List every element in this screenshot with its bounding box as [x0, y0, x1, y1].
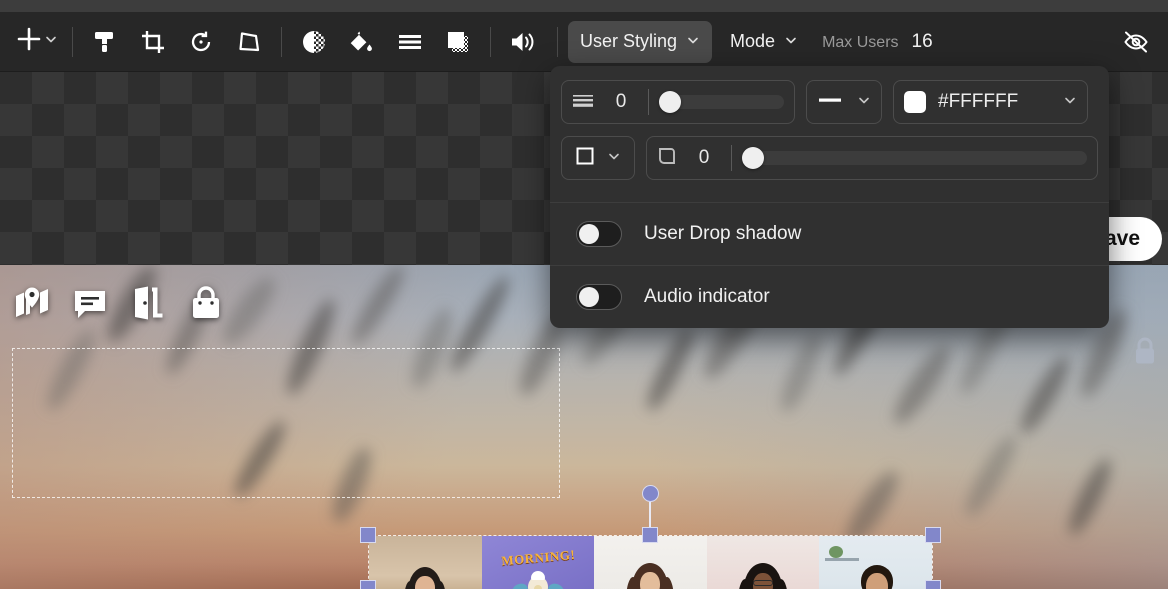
max-users-field[interactable]: Max Users 16: [822, 31, 933, 53]
participant-tile[interactable]: Val: [819, 536, 932, 589]
toggle-knob: [579, 287, 599, 307]
audio-indicator-label: Audio indicator: [644, 286, 770, 307]
rotate-connector: [649, 502, 651, 530]
resize-handle-top-left[interactable]: [360, 527, 376, 543]
solid-line-icon: [817, 93, 843, 112]
shadow-icon[interactable]: [436, 20, 480, 64]
corner-radius-icon: [657, 146, 677, 171]
max-users-label: Max Users: [822, 33, 899, 51]
plus-icon: [16, 26, 42, 57]
toolbar-divider-4: [557, 26, 558, 57]
slider-knob[interactable]: [742, 147, 764, 169]
eye-off-icon[interactable]: [1114, 20, 1158, 64]
chevron-down-icon: [857, 93, 871, 112]
border-width-slider[interactable]: [659, 91, 784, 113]
corner-radius-slider[interactable]: [742, 147, 1087, 169]
corner-radius-control[interactable]: 0: [646, 136, 1098, 180]
nest-graphic: [510, 571, 566, 589]
toggle-row-audio-indicator[interactable]: Audio indicator: [550, 265, 1109, 328]
corner-radius-value: 0: [698, 147, 710, 168]
avatar: [730, 563, 796, 589]
paint-roller-icon[interactable]: [83, 20, 127, 64]
shopping-bag-icon[interactable]: [188, 285, 224, 326]
participant-tile[interactable]: Emerson: [706, 536, 820, 589]
slider-knob[interactable]: [659, 91, 681, 113]
toolbar-divider-3: [490, 26, 491, 57]
avatar: [394, 567, 456, 589]
divider: [648, 89, 649, 115]
line-style-select[interactable]: [806, 80, 882, 124]
crop-icon[interactable]: [131, 20, 175, 64]
user-styling-menu-trigger[interactable]: User Styling: [568, 20, 713, 63]
avatar: [845, 565, 907, 589]
lines-icon[interactable]: [388, 20, 432, 64]
user-styling-label: User Styling: [580, 31, 678, 51]
chevron-down-icon: [44, 32, 58, 51]
participant-tile[interactable]: London: [594, 536, 707, 589]
border-width-icon: [572, 90, 594, 115]
mode-label: Mode: [730, 31, 776, 51]
square-icon: [575, 146, 595, 171]
participant-strip[interactable]: Asher MORNING! Aletta: [368, 535, 933, 589]
chevron-down-icon: [607, 149, 621, 168]
max-users-value: 16: [911, 30, 933, 52]
selection-marquee[interactable]: [12, 348, 560, 498]
color-select[interactable]: #FFFFFF: [893, 80, 1088, 124]
opacity-icon[interactable]: [292, 20, 336, 64]
shelf-decor: [825, 558, 860, 561]
chevron-down-icon: [686, 31, 700, 52]
divider: [731, 145, 732, 171]
app-root: User Styling Mode Max Users 16 Leave MOR…: [0, 0, 1168, 589]
fill-bucket-icon[interactable]: [340, 20, 384, 64]
add-button[interactable]: [6, 20, 64, 64]
overlay-icon-group: [14, 285, 224, 326]
resize-handle-middle-right[interactable]: [925, 580, 941, 589]
border-width-control[interactable]: 0: [561, 80, 795, 124]
panel-row-2: 0: [561, 136, 1098, 180]
chat-bubble-icon[interactable]: [72, 285, 108, 326]
participant-strip-selection[interactable]: Asher MORNING! Aletta: [360, 485, 941, 589]
chevron-down-icon: [1063, 93, 1077, 112]
lock-icon[interactable]: [1132, 336, 1158, 371]
map-pin-icon[interactable]: [14, 285, 50, 326]
distort-icon[interactable]: [227, 20, 271, 64]
user-styling-panel: 0 #FFFFFF 0 User Drop shadow Audio indic…: [550, 66, 1109, 328]
rotate-icon[interactable]: [179, 20, 223, 64]
chevron-down-icon: [784, 31, 798, 52]
morning-sticker: MORNING!: [500, 546, 576, 569]
toolbar-divider-1: [72, 26, 73, 57]
participant-tile[interactable]: Asher: [369, 536, 482, 589]
user-drop-shadow-label: User Drop shadow: [644, 223, 802, 244]
shape-select[interactable]: [561, 136, 635, 180]
color-swatch: [904, 91, 926, 113]
participant-tile[interactable]: MORNING! Aletta: [481, 536, 595, 589]
audio-indicator-toggle[interactable]: [576, 284, 622, 310]
toggle-row-user-drop-shadow[interactable]: User Drop shadow: [550, 202, 1109, 265]
resize-handle-top-right[interactable]: [925, 527, 941, 543]
panel-control-rows: 0 #FFFFFF 0: [550, 66, 1109, 202]
title-strip: [0, 0, 1168, 12]
toolbar-divider-2: [281, 26, 282, 57]
mode-menu-trigger[interactable]: Mode: [718, 21, 810, 63]
user-drop-shadow-toggle[interactable]: [576, 221, 622, 247]
border-width-value: 0: [615, 91, 627, 112]
exit-door-icon[interactable]: [130, 285, 166, 326]
toggle-knob: [579, 224, 599, 244]
panel-row-1: 0 #FFFFFF: [561, 80, 1098, 124]
color-hex-label: #FFFFFF: [938, 91, 1019, 112]
main-toolbar: User Styling Mode Max Users 16: [0, 12, 1168, 72]
resize-handle-middle-left[interactable]: [360, 580, 376, 589]
rotate-handle[interactable]: [642, 485, 659, 502]
volume-icon[interactable]: [501, 20, 545, 64]
resize-handle-top-center[interactable]: [642, 527, 658, 543]
avatar: [618, 563, 682, 589]
